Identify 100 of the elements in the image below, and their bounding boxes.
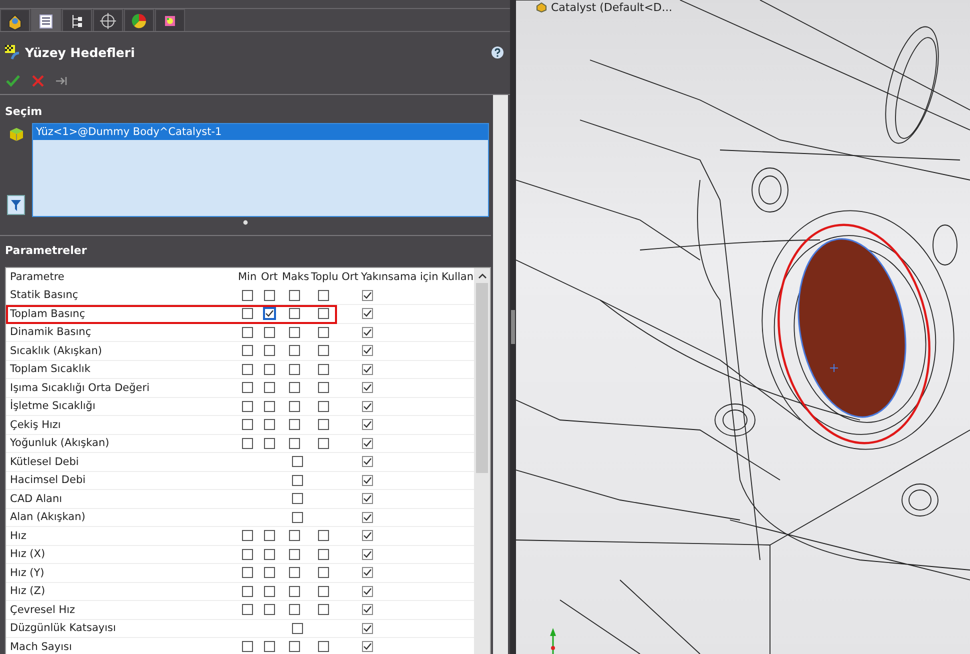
pin-icon[interactable] xyxy=(56,76,68,86)
checkbox[interactable] xyxy=(318,586,329,597)
checkbox[interactable] xyxy=(289,567,300,578)
checkbox[interactable] xyxy=(362,548,373,560)
checkbox[interactable] xyxy=(362,586,373,597)
checkbox[interactable] xyxy=(318,290,329,301)
checkbox[interactable] xyxy=(242,400,253,412)
checkbox[interactable] xyxy=(362,567,373,578)
checkbox[interactable] xyxy=(289,548,300,560)
checkbox[interactable] xyxy=(242,586,253,597)
checkbox[interactable] xyxy=(289,419,300,430)
checkbox[interactable] xyxy=(264,438,275,449)
resize-grip-icon[interactable] xyxy=(243,220,248,225)
checkbox[interactable] xyxy=(264,586,275,597)
checkbox[interactable] xyxy=(362,493,373,504)
checkbox[interactable] xyxy=(264,641,275,652)
checkbox[interactable] xyxy=(318,530,329,542)
checkbox[interactable] xyxy=(362,474,373,486)
checkbox[interactable] xyxy=(242,345,253,356)
checkbox[interactable] xyxy=(292,493,303,504)
checkbox[interactable] xyxy=(264,345,275,356)
scrollbar[interactable] xyxy=(474,268,490,654)
checkbox[interactable] xyxy=(264,567,275,578)
checkbox[interactable] xyxy=(318,400,329,412)
checkbox[interactable] xyxy=(318,345,329,356)
checkbox[interactable] xyxy=(264,364,275,375)
checkbox[interactable] xyxy=(289,382,300,394)
checkbox[interactable] xyxy=(362,604,373,616)
checkbox[interactable] xyxy=(318,308,329,320)
panel-tab[interactable] xyxy=(155,9,185,31)
checkbox[interactable] xyxy=(318,567,329,578)
panel-tab[interactable] xyxy=(62,9,92,31)
checkbox[interactable] xyxy=(362,419,373,430)
checkbox[interactable] xyxy=(362,364,373,375)
checkbox[interactable] xyxy=(264,604,275,616)
panel-tab[interactable] xyxy=(93,9,123,31)
checkbox[interactable] xyxy=(289,604,300,616)
checkbox[interactable] xyxy=(362,326,373,338)
checkbox[interactable] xyxy=(264,290,275,301)
checkbox[interactable] xyxy=(289,308,300,320)
scroll-up-icon[interactable] xyxy=(478,273,486,279)
checkbox[interactable] xyxy=(264,548,275,560)
checkbox[interactable] xyxy=(362,530,373,542)
selection-item[interactable]: Yüz<1>@Dummy Body^Catalyst-1 xyxy=(33,124,488,140)
checkbox[interactable] xyxy=(264,530,275,542)
checkbox[interactable] xyxy=(264,419,275,430)
checkbox[interactable] xyxy=(242,326,253,338)
checkbox[interactable] xyxy=(362,641,373,652)
checkbox[interactable] xyxy=(289,400,300,412)
checkbox[interactable] xyxy=(362,308,373,320)
checkbox[interactable] xyxy=(362,345,373,356)
checkbox[interactable] xyxy=(292,474,303,486)
checkbox[interactable] xyxy=(289,586,300,597)
checkbox[interactable] xyxy=(318,419,329,430)
checkbox[interactable] xyxy=(318,382,329,394)
checkbox[interactable] xyxy=(292,512,303,523)
splitter-handle[interactable] xyxy=(511,310,515,344)
checkbox[interactable] xyxy=(362,512,373,523)
checkbox[interactable] xyxy=(242,548,253,560)
checkbox[interactable] xyxy=(289,438,300,449)
checkbox[interactable] xyxy=(264,400,275,412)
checkbox[interactable] xyxy=(242,530,253,542)
checkbox[interactable] xyxy=(242,308,253,320)
checkbox[interactable] xyxy=(289,290,300,301)
panel-tab[interactable] xyxy=(124,9,154,31)
help-icon[interactable] xyxy=(491,46,504,58)
checkbox[interactable] xyxy=(318,604,329,616)
checkbox[interactable] xyxy=(289,530,300,542)
checkbox[interactable] xyxy=(289,641,300,652)
scrollbar[interactable] xyxy=(493,95,508,654)
checkbox[interactable] xyxy=(289,364,300,375)
checkbox[interactable] xyxy=(362,290,373,301)
checkbox[interactable] xyxy=(318,641,329,652)
checkbox[interactable] xyxy=(318,326,329,338)
checkbox[interactable] xyxy=(362,622,373,634)
panel-tab[interactable] xyxy=(31,9,61,31)
checkbox[interactable] xyxy=(318,438,329,449)
selection-list[interactable]: Yüz<1>@Dummy Body^Catalyst-1 xyxy=(32,123,489,217)
checkbox[interactable] xyxy=(242,604,253,616)
panel-tab[interactable] xyxy=(0,9,30,31)
checkbox[interactable] xyxy=(292,622,303,634)
checkbox[interactable] xyxy=(242,382,253,394)
checkbox[interactable] xyxy=(362,456,373,468)
checkbox[interactable] xyxy=(362,400,373,412)
filter-button[interactable] xyxy=(7,195,25,215)
checkbox[interactable] xyxy=(242,641,253,652)
check-icon[interactable] xyxy=(6,74,20,88)
checkbox[interactable] xyxy=(242,419,253,430)
checkbox[interactable] xyxy=(264,382,275,394)
checkbox[interactable] xyxy=(264,326,275,338)
checkbox[interactable] xyxy=(263,307,276,320)
checkbox[interactable] xyxy=(318,548,329,560)
checkbox[interactable] xyxy=(292,456,303,468)
checkbox[interactable] xyxy=(242,567,253,578)
checkbox[interactable] xyxy=(242,290,253,301)
checkbox[interactable] xyxy=(362,382,373,394)
checkbox[interactable] xyxy=(289,345,300,356)
checkbox[interactable] xyxy=(242,364,253,375)
checkbox[interactable] xyxy=(318,364,329,375)
checkbox[interactable] xyxy=(242,438,253,449)
